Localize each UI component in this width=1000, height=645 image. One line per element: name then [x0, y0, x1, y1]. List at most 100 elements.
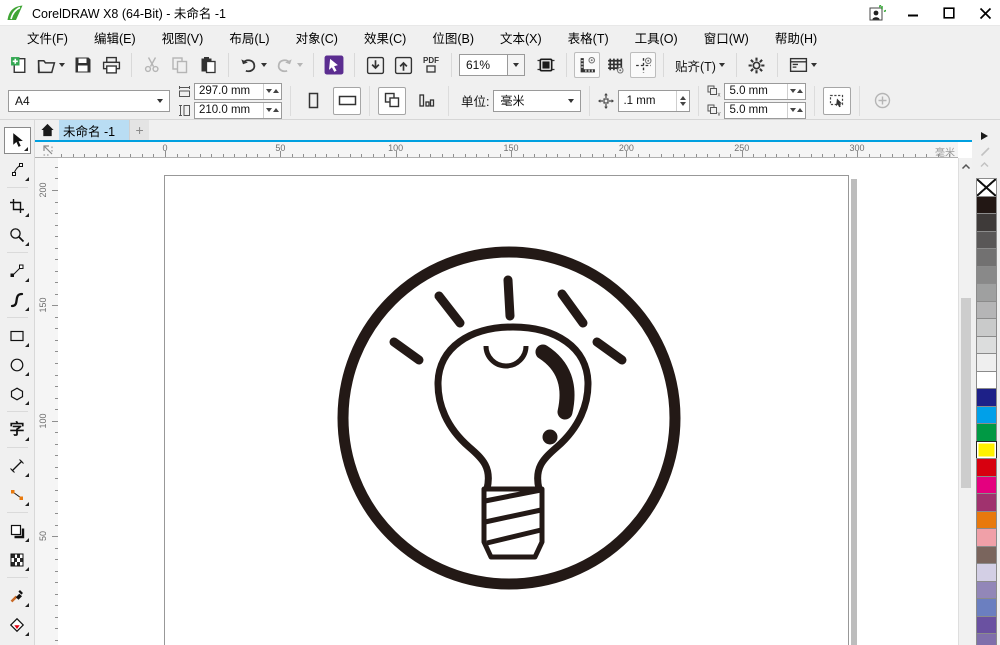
swatch-9287b8[interactable]	[976, 580, 997, 599]
menu-item-8[interactable]: 表格(T)	[555, 26, 622, 49]
app-launcher-icon[interactable]	[321, 52, 347, 78]
page-size-combo[interactable]: A4	[8, 89, 170, 112]
publish-pdf-icon[interactable]: PDF	[418, 52, 444, 78]
maximize-button[interactable]	[940, 5, 958, 21]
swatch-a0326e[interactable]	[976, 493, 997, 512]
portrait-orientation-button[interactable]	[299, 87, 327, 115]
duplicate-x-field[interactable]: 5.0 mm	[724, 82, 807, 100]
horizontal-ruler[interactable]: 毫米 0 50 100 150 200 250 300	[58, 142, 958, 158]
menu-item-4[interactable]: 对象(C)	[283, 26, 351, 49]
snap-to-dropdown[interactable]: 贴齐(T)	[671, 56, 729, 75]
new-document-icon[interactable]	[6, 52, 32, 78]
color-eyedropper-tool[interactable]	[4, 582, 31, 609]
treat-as-filled-button[interactable]	[823, 86, 852, 115]
interactive-fill-tool[interactable]	[4, 611, 31, 638]
menu-item-11[interactable]: 帮助(H)	[762, 26, 830, 49]
home-tab-icon[interactable]	[35, 120, 59, 140]
zoom-tool[interactable]	[4, 221, 31, 248]
artistic-media-tool[interactable]	[4, 286, 31, 313]
open-icon[interactable]	[34, 52, 68, 78]
palette-scroll-up-icon[interactable]	[979, 160, 990, 171]
swatch-b5b5b6[interactable]	[976, 300, 997, 319]
lightbulb-logo-drawing[interactable]	[165, 176, 850, 645]
document-tab[interactable]: 未命名 -1	[59, 120, 130, 140]
freehand-tool[interactable]	[4, 257, 31, 284]
paste-icon[interactable]	[195, 52, 221, 78]
swatch-9fa0a0[interactable]	[976, 283, 997, 302]
swatch-00a0e9[interactable]	[976, 405, 997, 424]
menu-item-9[interactable]: 工具(O)	[622, 26, 691, 49]
scroll-up-arrow[interactable]	[959, 160, 972, 173]
units-combo[interactable]: 毫米	[493, 89, 582, 112]
menu-item-10[interactable]: 窗口(W)	[691, 26, 762, 49]
swatch-6b7fc0[interactable]	[976, 598, 997, 617]
menu-item-1[interactable]: 编辑(E)	[81, 26, 149, 49]
vertical-scrollbar[interactable]	[958, 158, 972, 645]
swatch-727171[interactable]	[976, 248, 997, 267]
page-width-field[interactable]: 297.0 mm	[194, 82, 282, 100]
swatch-c9caca[interactable]	[976, 318, 997, 337]
menu-item-5[interactable]: 效果(C)	[351, 26, 419, 49]
copy-icon[interactable]	[167, 52, 193, 78]
swatch-d3cfe5[interactable]	[976, 563, 997, 582]
show-grid-icon[interactable]	[602, 52, 628, 78]
show-guidelines-icon[interactable]	[630, 52, 656, 78]
landscape-orientation-button[interactable]	[333, 86, 361, 115]
pick-tool[interactable]	[3, 127, 31, 154]
swatch-898989[interactable]	[976, 265, 997, 284]
polygon-tool[interactable]	[4, 380, 31, 407]
drawing-canvas[interactable]	[58, 158, 958, 645]
undo-icon[interactable]	[236, 52, 270, 78]
rectangle-tool[interactable]	[4, 322, 31, 349]
swatch-6a51a1[interactable]	[976, 615, 997, 634]
swatch-d7000f[interactable]	[976, 458, 997, 477]
save-icon[interactable]	[70, 52, 96, 78]
minimize-button[interactable]	[904, 5, 922, 21]
menu-item-3[interactable]: 布局(L)	[216, 26, 282, 49]
swatch-fff100[interactable]	[976, 440, 997, 459]
zoom-level-combo[interactable]: 61%	[459, 54, 525, 76]
parallel-dimension-tool[interactable]	[4, 452, 31, 479]
ellipse-tool[interactable]	[4, 351, 31, 378]
window-options-icon[interactable]	[785, 52, 821, 78]
page-height-field[interactable]: 210.0 mm	[194, 101, 282, 119]
menu-item-7[interactable]: 文本(X)	[487, 26, 555, 49]
options-gear-icon[interactable]	[744, 52, 770, 78]
nudge-distance-field[interactable]: .1 mm	[618, 89, 691, 112]
current-page-button[interactable]	[412, 87, 440, 115]
all-pages-button[interactable]	[378, 86, 406, 115]
swatch-dcdddd[interactable]	[976, 335, 997, 354]
swatch-3e3a39[interactable]	[976, 213, 997, 232]
swatch-221714[interactable]	[976, 195, 997, 214]
swatch-no-color[interactable]	[976, 178, 997, 197]
export-icon[interactable]	[390, 52, 416, 78]
menu-item-0[interactable]: 文件(F)	[14, 26, 81, 49]
shape-tool[interactable]	[4, 156, 31, 183]
palette-flyout-arrow[interactable]	[981, 132, 988, 140]
crop-tool[interactable]	[4, 192, 31, 219]
ruler-origin-button[interactable]	[35, 142, 58, 158]
swatch-7f6fab[interactable]	[976, 633, 997, 645]
swatch-1d2088[interactable]	[976, 388, 997, 407]
show-rulers-icon[interactable]	[574, 52, 600, 78]
fullscreen-preview-icon[interactable]	[533, 52, 559, 78]
swatch-f0a0a8[interactable]	[976, 528, 997, 547]
swatch-009944[interactable]	[976, 423, 997, 442]
document-page[interactable]	[164, 175, 849, 645]
connector-tool[interactable]	[4, 481, 31, 508]
add-preset-icon[interactable]	[868, 87, 896, 115]
swatch-efefef[interactable]	[976, 353, 997, 372]
vertical-ruler[interactable]: 50 100 150 200	[35, 158, 58, 645]
import-icon[interactable]	[362, 52, 388, 78]
scrollbar-thumb[interactable]	[960, 298, 971, 488]
menu-item-2[interactable]: 视图(V)	[149, 26, 217, 49]
print-icon[interactable]	[98, 52, 124, 78]
new-tab-button[interactable]: +	[129, 120, 150, 140]
cut-icon[interactable]	[139, 52, 165, 78]
redo-icon[interactable]	[272, 52, 306, 78]
zoom-combo-arrow[interactable]	[507, 55, 524, 75]
menu-item-6[interactable]: 位图(B)	[419, 26, 487, 49]
swatch-7a655d[interactable]	[976, 545, 997, 564]
swatch-e4007f[interactable]	[976, 475, 997, 494]
close-button[interactable]	[976, 5, 994, 21]
